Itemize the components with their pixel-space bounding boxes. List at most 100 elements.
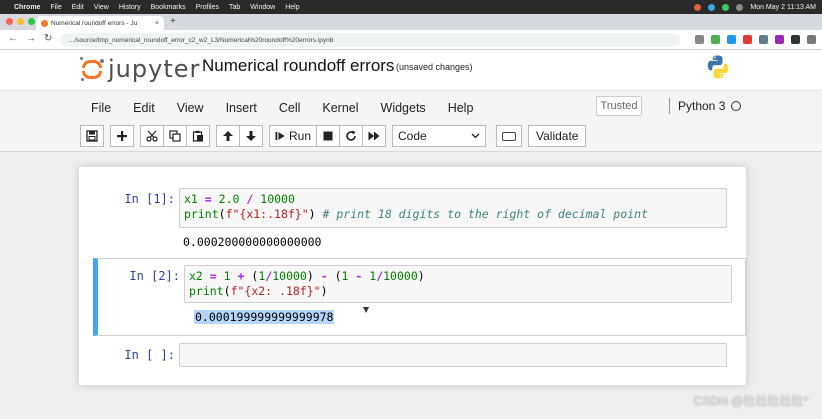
cell-output: 0.000200000000000000	[183, 235, 322, 249]
window-controls	[6, 18, 35, 25]
status-app-icon[interactable]	[708, 3, 716, 11]
menu-widgets[interactable]: Widgets	[381, 101, 426, 115]
menubar-item-edit[interactable]: Edit	[72, 4, 84, 11]
cell-prompt: In [ ]:	[124, 348, 175, 362]
close-tab-icon[interactable]: ×	[155, 20, 159, 27]
paste-cell-button[interactable]	[186, 125, 210, 147]
extension-icon[interactable]	[759, 35, 768, 44]
new-tab-icon[interactable]: +	[170, 16, 176, 27]
save-icon	[86, 130, 98, 142]
menu-insert[interactable]: Insert	[226, 101, 257, 115]
jupyter-header: jupyter Numerical roundoff errors (unsav…	[0, 50, 822, 90]
run-button-label: Run	[288, 129, 311, 143]
browser-tab-active[interactable]: Numerical roundoff errors - Ju ×	[36, 16, 164, 30]
menu-cell[interactable]: Cell	[279, 101, 301, 115]
command-palette-button[interactable]	[496, 125, 522, 147]
menubar-clock[interactable]: Mon May 2 11:13 AM	[750, 4, 816, 11]
browser-extensions	[695, 35, 816, 44]
trusted-indicator[interactable]: Trusted	[596, 96, 642, 116]
close-window-button[interactable]	[6, 18, 13, 25]
cell-type-value: Code	[398, 129, 427, 143]
menubar-item-help[interactable]: Help	[285, 4, 299, 11]
run-button[interactable]: Run	[269, 125, 317, 147]
cell-input[interactable]: x2 = 1 + (1/10000) - (1 - 1/10000) print…	[184, 265, 732, 303]
menu-file[interactable]: File	[91, 101, 111, 115]
menubar-item-view[interactable]: View	[94, 4, 109, 11]
restart-run-all-button[interactable]	[362, 125, 386, 147]
browser-tab-strip: Numerical roundoff errors - Ju × +	[0, 14, 822, 30]
browser-menu-icon[interactable]	[807, 35, 816, 44]
menu-view[interactable]: View	[177, 101, 204, 115]
cell-type-select[interactable]: Code	[392, 125, 486, 147]
menu-help[interactable]: Help	[448, 101, 474, 115]
extension-icon[interactable]	[775, 35, 784, 44]
back-arrow-icon[interactable]: ←	[8, 33, 18, 44]
extension-icon[interactable]	[695, 35, 704, 44]
extension-icon[interactable]	[727, 35, 736, 44]
browser-address-bar: ← → ↻ …/source/tmp_numerical_roundoff_er…	[0, 30, 822, 50]
cell-prompt: In [1]:	[124, 192, 175, 206]
cell-input-empty[interactable]	[179, 343, 727, 367]
browser-nav-buttons: ← → ↻	[8, 33, 52, 44]
copy-icon	[169, 130, 181, 142]
menubar-item-history[interactable]: History	[119, 4, 141, 11]
url-field[interactable]: …/source/tmp_numerical_roundoff_error_c2…	[60, 33, 680, 47]
menubar-item-tab[interactable]: Tab	[229, 4, 240, 11]
notebook-title[interactable]: Numerical roundoff errors	[202, 56, 394, 76]
keyboard-icon	[502, 131, 516, 141]
profile-avatar-icon[interactable]	[791, 35, 800, 44]
stop-icon	[323, 131, 333, 141]
kernel-separator	[669, 98, 670, 114]
jupyter-toolbar: Run Code Validate	[80, 124, 748, 148]
menubar-item-file[interactable]: File	[50, 4, 61, 11]
fast-forward-icon	[368, 131, 380, 141]
browser-tab-title: Numerical roundoff errors - Ju	[51, 19, 138, 27]
forward-arrow-icon[interactable]: →	[26, 33, 36, 44]
copy-cell-button[interactable]	[163, 125, 187, 147]
jupyter-logo-text: jupyter	[108, 55, 201, 83]
code-cell[interactable]: In [1]: x1 = 2.0 / 10000 print(f"{x1:.18…	[79, 185, 746, 255]
menubar-app-name[interactable]: Chrome	[14, 4, 40, 11]
menu-kernel[interactable]: Kernel	[322, 101, 358, 115]
extension-icon[interactable]	[711, 35, 720, 44]
status-app-icon[interactable]	[694, 3, 702, 11]
insert-cell-button[interactable]	[110, 125, 134, 147]
kernel-name: Python 3	[678, 99, 726, 113]
cut-cell-button[interactable]	[140, 125, 164, 147]
jupyter-logo[interactable]: jupyter	[80, 55, 201, 83]
run-icon	[275, 132, 285, 140]
interrupt-kernel-button[interactable]	[316, 125, 340, 147]
reload-icon[interactable]: ↻	[44, 33, 52, 44]
code-cell-empty[interactable]: In [ ]:	[79, 342, 746, 372]
menubar-item-window[interactable]: Window	[250, 4, 275, 11]
menubar-status-area: Mon May 2 11:13 AM	[694, 0, 816, 14]
jupyter-menu-area: File Edit View Insert Cell Kernel Widget…	[0, 90, 822, 152]
restart-kernel-button[interactable]	[339, 125, 363, 147]
move-cell-up-button[interactable]	[216, 125, 240, 147]
save-button[interactable]	[80, 125, 104, 147]
macos-menubar: Chrome File Edit View History Bookmarks …	[0, 0, 822, 14]
cell-input[interactable]: x1 = 2.0 / 10000 print(f"{x1:.18f}") # p…	[179, 188, 727, 228]
cell-prompt: In [2]:	[129, 269, 180, 283]
code-cell-selected[interactable]: In [2]: x2 = 1 + (1/10000) - (1 - 1/1000…	[93, 258, 746, 336]
wifi-icon[interactable]	[736, 3, 744, 11]
restart-icon	[346, 130, 356, 141]
menu-edit[interactable]: Edit	[133, 101, 155, 115]
chevron-down-icon	[471, 133, 480, 139]
cell-output-selected-text[interactable]: 0.000199999999999978	[194, 310, 335, 324]
validate-button[interactable]: Validate	[528, 125, 587, 147]
scissors-icon	[146, 130, 158, 142]
watermark: CSDN @杜杜杜杜杜*	[693, 394, 808, 408]
notebook-container: In [1]: x1 = 2.0 / 10000 print(f"{x1:.18…	[79, 167, 746, 385]
kernel-idle-icon	[731, 101, 742, 111]
status-app-icon[interactable]	[722, 3, 730, 11]
extension-icon[interactable]	[743, 35, 752, 44]
minimize-window-button[interactable]	[17, 18, 24, 25]
mouse-cursor-icon	[363, 307, 369, 313]
maximize-window-button[interactable]	[28, 18, 35, 25]
menubar-item-profiles[interactable]: Profiles	[196, 4, 219, 11]
python-logo-icon	[707, 55, 729, 79]
arrow-up-icon	[223, 131, 233, 141]
move-cell-down-button[interactable]	[239, 125, 263, 147]
menubar-item-bookmarks[interactable]: Bookmarks	[151, 4, 186, 11]
